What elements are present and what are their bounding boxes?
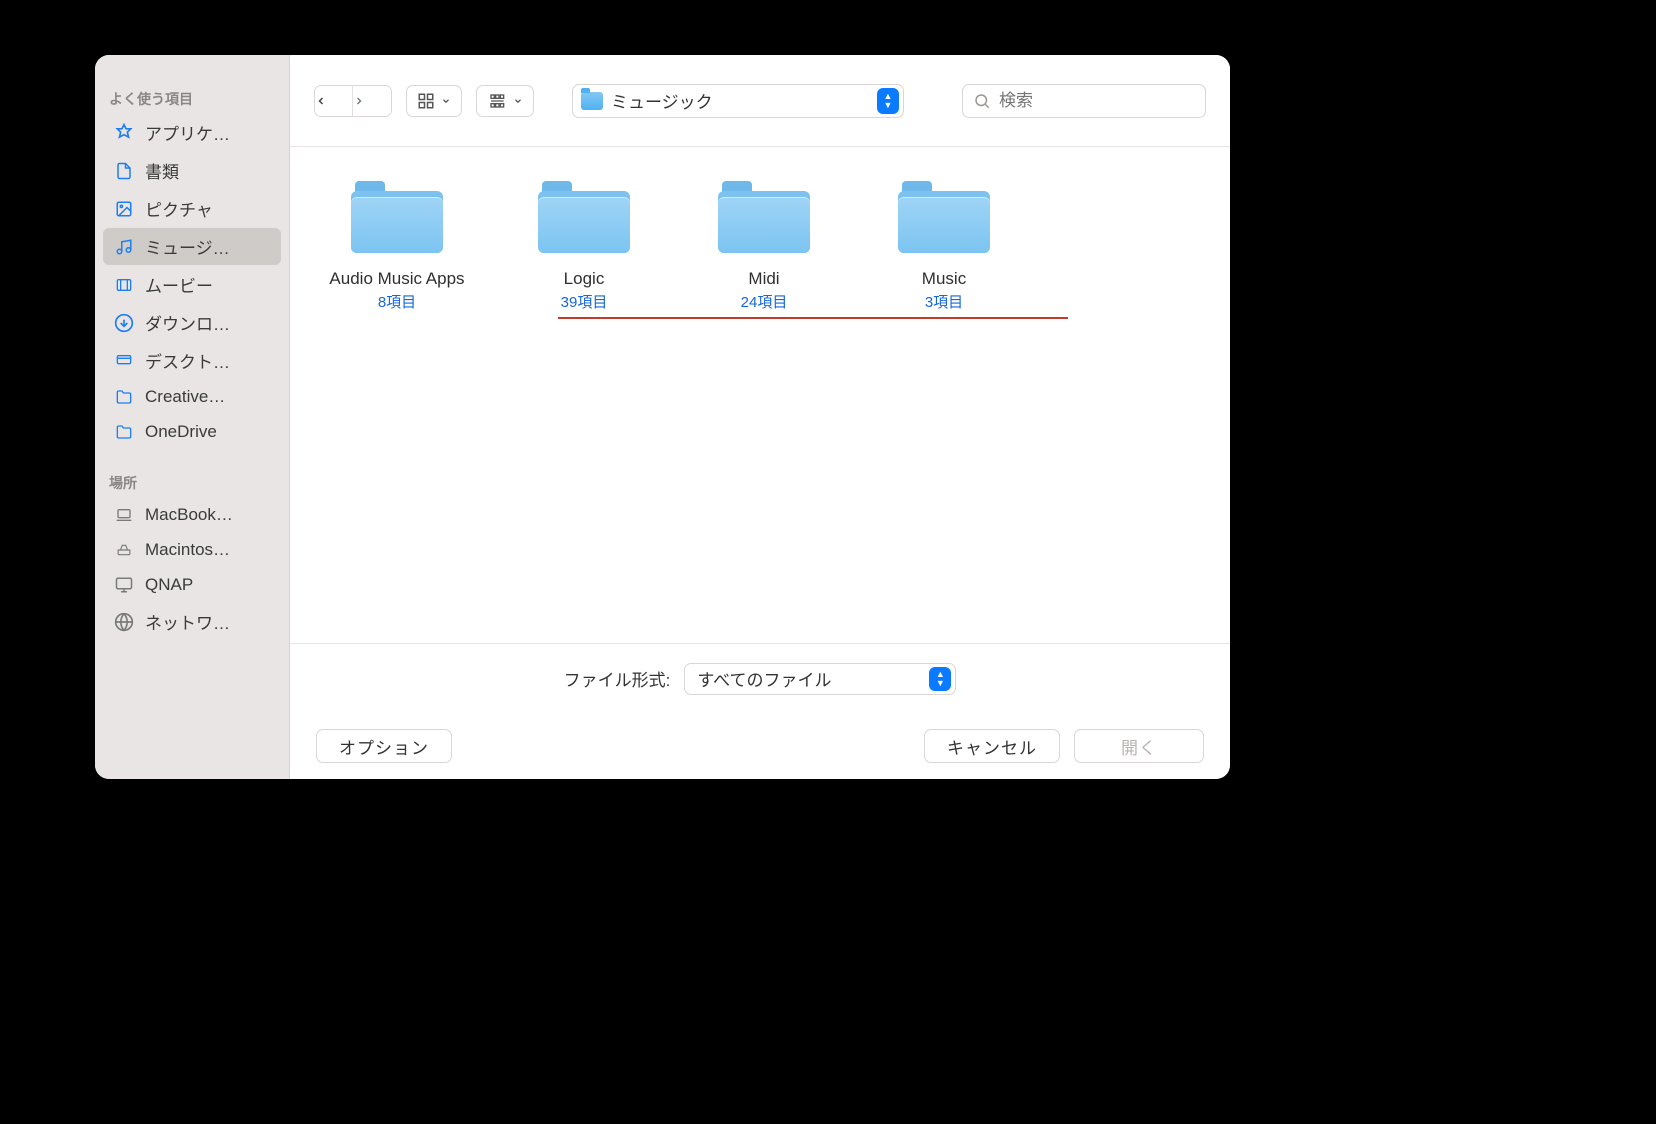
folder-item[interactable]: Music 3項目	[896, 179, 992, 312]
folder-icon	[113, 421, 135, 443]
folder-item[interactable]: Audio Music Apps 8項目	[312, 179, 482, 312]
sidebar-item-label: QNAP	[145, 575, 271, 595]
monitor-icon	[113, 574, 135, 596]
desktop-icon	[113, 350, 135, 372]
laptop-icon	[113, 504, 135, 526]
disk-icon	[113, 539, 135, 561]
sidebar-item-label: MacBook…	[145, 505, 271, 525]
folder-name: Audio Music Apps	[329, 269, 464, 289]
group-icon	[487, 93, 507, 109]
sidebar-item-qnap[interactable]: QNAP	[103, 568, 281, 602]
search-input[interactable]	[999, 91, 1195, 111]
sidebar-item-network[interactable]: ネットワ…	[103, 603, 281, 640]
sidebar-item-label: ムービー	[145, 272, 271, 297]
chevron-down-icon	[441, 96, 451, 106]
content-area: Audio Music Apps 8項目 Logic 39項目 Midi 24項…	[290, 147, 1230, 643]
folder-name: Music	[922, 269, 966, 289]
folder-name: Logic	[564, 269, 605, 289]
sidebar-item-label: ミュージ…	[145, 234, 271, 259]
back-button[interactable]	[315, 86, 353, 116]
file-format-value: すべてのファイル	[697, 666, 831, 691]
globe-icon	[113, 611, 135, 633]
sidebar-item-label: アプリケ…	[145, 120, 271, 145]
search-icon	[973, 92, 991, 110]
folder-icon	[538, 179, 630, 253]
forward-button[interactable]	[353, 86, 391, 116]
file-open-dialog: よく使う項目 アプリケ… 書類 ピクチャ ミュージ…	[95, 55, 1230, 779]
cancel-button[interactable]: キャンセル	[924, 729, 1060, 763]
sidebar-item-label: Creative…	[145, 387, 271, 407]
sidebar-item-label: Macintos…	[145, 540, 271, 560]
sidebar-item-label: 書類	[145, 158, 271, 183]
toolbar: ミュージック ▲▼	[290, 55, 1230, 147]
icon-view-icon	[417, 92, 435, 110]
sidebar-item-applications[interactable]: アプリケ…	[103, 114, 281, 151]
group-by-popup[interactable]	[476, 85, 534, 117]
sidebar-locations-header: 場所	[95, 467, 289, 497]
sidebar-item-creative[interactable]: Creative…	[103, 380, 281, 414]
sidebar-item-documents[interactable]: 書類	[103, 152, 281, 189]
folder-item[interactable]: Logic 39項目	[536, 179, 632, 312]
sidebar-item-macbook[interactable]: MacBook…	[103, 498, 281, 532]
folder-icon	[351, 179, 443, 253]
pictures-icon	[113, 198, 135, 220]
folder-count: 3項目	[925, 291, 963, 312]
folder-icon	[113, 386, 135, 408]
folder-name: Midi	[748, 269, 779, 289]
movies-icon	[113, 274, 135, 296]
sidebar-item-desktop[interactable]: デスクト…	[103, 342, 281, 379]
file-format-label: ファイル形式:	[564, 666, 671, 691]
sidebar-item-label: ダウンロ…	[145, 310, 271, 335]
document-icon	[113, 160, 135, 182]
annotation-underline	[558, 317, 1068, 319]
updown-stepper-icon: ▲▼	[929, 667, 951, 691]
path-popup[interactable]: ミュージック ▲▼	[572, 84, 904, 118]
sidebar-item-onedrive[interactable]: OneDrive	[103, 415, 281, 449]
folder-mini-icon	[581, 92, 603, 110]
downloads-icon	[113, 312, 135, 334]
updown-stepper-icon: ▲▼	[877, 88, 899, 114]
open-button[interactable]: 開く	[1074, 729, 1204, 763]
applications-icon	[113, 122, 135, 144]
folder-icon	[898, 179, 990, 253]
sidebar: よく使う項目 アプリケ… 書類 ピクチャ ミュージ…	[95, 55, 290, 779]
sidebar-item-downloads[interactable]: ダウンロ…	[103, 304, 281, 341]
sidebar-item-label: デスクト…	[145, 348, 271, 373]
music-icon	[113, 236, 135, 258]
sidebar-favorites-header: よく使う項目	[95, 83, 289, 113]
sidebar-item-label: ネットワ…	[145, 609, 271, 634]
sidebar-item-macintosh[interactable]: Macintos…	[103, 533, 281, 567]
nav-buttons	[314, 85, 392, 117]
path-label: ミュージック	[611, 88, 713, 113]
sidebar-item-label: OneDrive	[145, 422, 271, 442]
folder-count: 8項目	[378, 291, 416, 312]
search-field[interactable]	[962, 84, 1206, 118]
sidebar-item-pictures[interactable]: ピクチャ	[103, 190, 281, 227]
sidebar-item-label: ピクチャ	[145, 196, 271, 221]
chevron-down-icon	[513, 96, 523, 106]
folder-item[interactable]: Midi 24項目	[716, 179, 812, 312]
sidebar-item-music[interactable]: ミュージ…	[103, 228, 281, 265]
format-bar: ファイル形式: すべてのファイル ▲▼	[290, 643, 1230, 713]
options-button[interactable]: オプション	[316, 729, 452, 763]
button-bar: オプション キャンセル 開く	[290, 713, 1230, 779]
folder-icon	[718, 179, 810, 253]
folder-count: 39項目	[561, 291, 608, 312]
file-format-select[interactable]: すべてのファイル ▲▼	[684, 663, 956, 695]
view-mode-popup[interactable]	[406, 85, 462, 117]
folder-grid: Audio Music Apps 8項目 Logic 39項目 Midi 24項…	[308, 179, 1212, 312]
sidebar-item-movies[interactable]: ムービー	[103, 266, 281, 303]
folder-count: 24項目	[741, 291, 788, 312]
main-area: ミュージック ▲▼ Audio Music Apps 8項	[290, 55, 1230, 779]
